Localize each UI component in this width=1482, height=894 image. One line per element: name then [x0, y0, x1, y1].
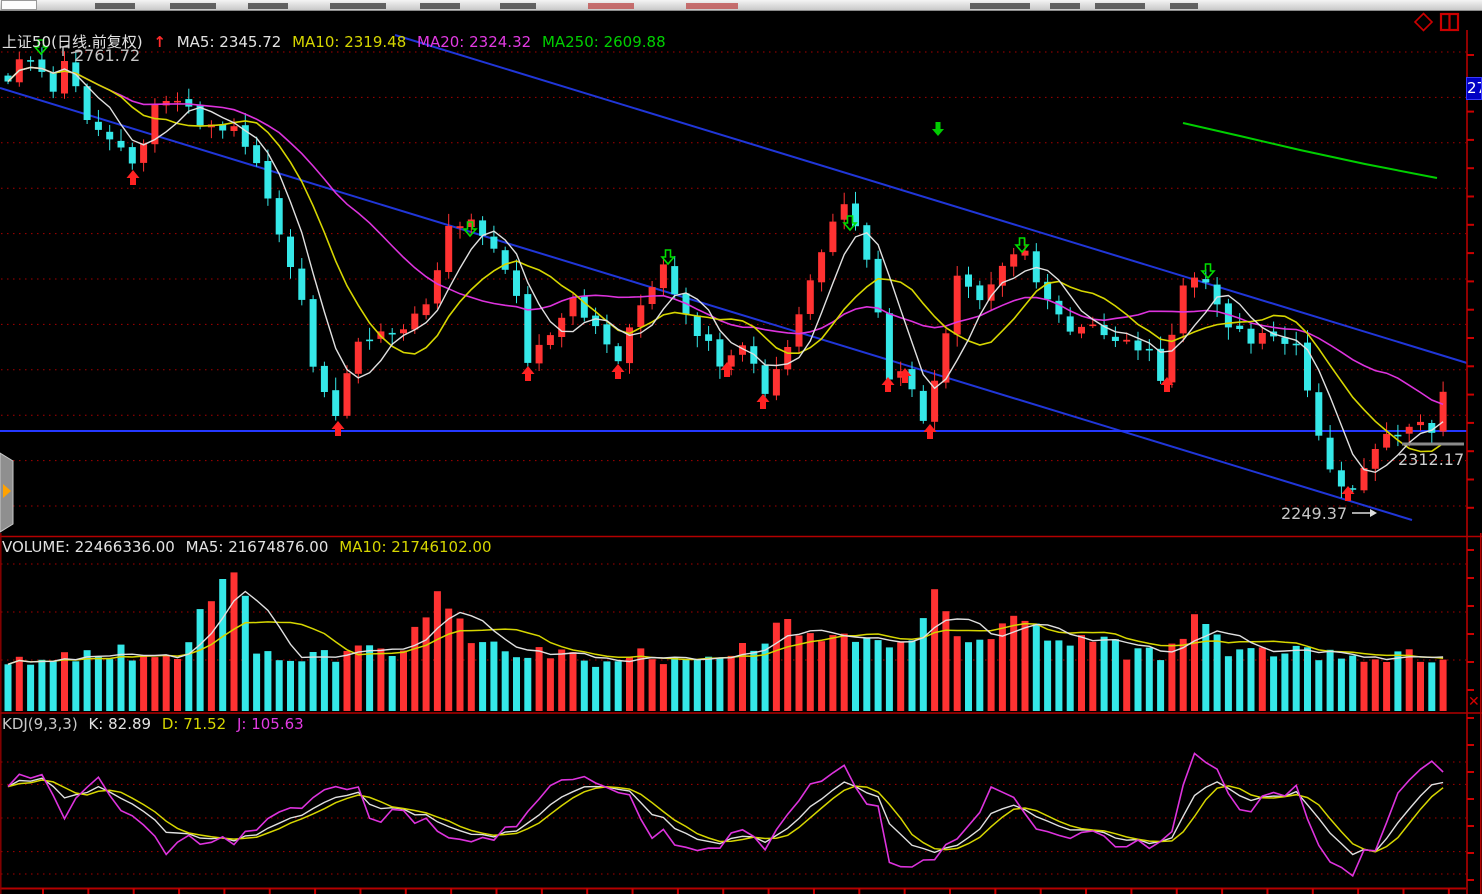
sell-arrow-icon [1016, 238, 1028, 252]
trading-app-window: 上证50(日线.前复权) ↑ MA5: 2345.72 MA10: 2319.4… [0, 0, 1482, 894]
ma5-value: MA5: 2345.72 [177, 33, 282, 51]
low-price-annotation: 2249.37 [1281, 504, 1347, 523]
ma10-value: MA10: 2319.48 [292, 33, 406, 51]
buy-arrow-icon [612, 364, 625, 379]
high-price-annotation: 2761.72 [74, 46, 140, 65]
window-icons [1415, 14, 1458, 31]
chart-canvas[interactable] [0, 0, 1482, 894]
buy-arrow-icon [127, 170, 140, 185]
volume-value: VOLUME: 22466336.00 [2, 538, 175, 556]
ma20-value: MA20: 2324.32 [417, 33, 531, 51]
buy-arrow-icon [522, 366, 535, 381]
kdj-k-value: K: 82.89 [88, 715, 151, 733]
sell-arrow-icon [1202, 264, 1214, 278]
kdj-lines [8, 753, 1443, 876]
ma250-value: MA250: 2609.88 [542, 33, 666, 51]
annotation-decor [63, 45, 1464, 517]
axis-price-badge: 27 [1466, 77, 1482, 100]
sidebar-handle[interactable] [0, 453, 13, 532]
gridlines [1, 52, 1466, 874]
buy-arrow-icon [332, 421, 345, 436]
kdj-header: KDJ(9,3,3) K: 82.89 D: 71.52 J: 105.63 [2, 715, 310, 733]
kdj-j-value: J: 105.63 [237, 715, 304, 733]
kdj-d-value: D: 71.52 [162, 715, 226, 733]
last-price-annotation: 2312.17 [1398, 450, 1464, 469]
panel-borders [0, 30, 1482, 894]
diamond-icon[interactable] [1415, 14, 1432, 31]
sell-arrow-icon [932, 122, 944, 136]
indicator-close-icon[interactable]: ✕ [1468, 694, 1482, 710]
buy-arrow-icon [757, 394, 770, 409]
volume-ma5-value: MA5: 21674876.00 [186, 538, 329, 556]
up-arrow-icon: ↑ [153, 33, 166, 51]
volume-ma10-value: MA10: 21746102.00 [339, 538, 491, 556]
volume-bars [5, 572, 1447, 711]
volume-header: VOLUME: 22466336.00 MA5: 21674876.00 MA1… [2, 538, 498, 556]
kdj-name: KDJ(9,3,3) [2, 715, 78, 733]
